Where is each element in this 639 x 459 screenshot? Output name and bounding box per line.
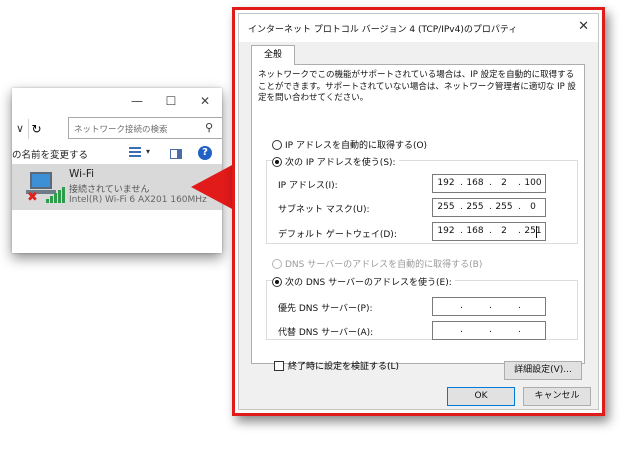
- subnet-octet: 0: [530, 202, 536, 212]
- ip-octet: 192: [437, 178, 455, 188]
- validate-on-exit-label: 終了時に設定を検証する(L): [288, 362, 400, 372]
- maximize-button[interactable]: ☐: [154, 92, 188, 110]
- radio-dot: [272, 156, 282, 167]
- connection-status: 接続されていません: [69, 185, 150, 195]
- signal-bars-icon: [46, 187, 66, 203]
- ip-auto-label: IP アドレスを自動的に取得する(O): [285, 141, 428, 151]
- ip-address-input[interactable]: 192 . 168 . 2 . 100: [432, 174, 546, 193]
- radio-dot: [272, 276, 282, 287]
- pointer-arrow-icon: [191, 164, 234, 210]
- octet-separator: .: [489, 301, 492, 311]
- minimize-button[interactable]: —: [120, 92, 154, 110]
- preferred-dns-label: 優先 DNS サーバー(P):: [278, 304, 373, 314]
- ok-button[interactable]: OK: [447, 387, 515, 406]
- general-panel: ネットワークでこの機能がサポートされている場合は、IP 設定を自動的に取得するこ…: [251, 64, 585, 380]
- highlight-frame: インターネット プロトコル バージョン 4 (TCP/IPv4)のプロパティ ✕…: [232, 7, 605, 416]
- subnet-mask-label: サブネット マスク(U):: [278, 205, 370, 215]
- ip-octet: 2: [501, 178, 507, 188]
- preferred-dns-input[interactable]: . . .: [432, 297, 546, 316]
- octet-separator: .: [518, 325, 521, 335]
- gateway-octet: 168: [466, 226, 484, 236]
- ip-octet: 168: [466, 178, 484, 188]
- address-nav: ∨ ↻: [12, 118, 44, 140]
- default-gateway-label: デフォルト ゲートウェイ(D):: [278, 230, 397, 240]
- radio-dot: [272, 139, 282, 150]
- network-adapter-icon: ✖: [26, 169, 66, 205]
- radio-dot: [272, 258, 282, 269]
- validate-on-exit-checkbox[interactable]: 終了時に設定を検証する(L): [274, 359, 399, 372]
- alternate-dns-label: 代替 DNS サーバー(A):: [278, 328, 374, 338]
- default-gateway-input[interactable]: 192 . 168 . 2 . 251: [432, 222, 546, 241]
- ip-octet: 100: [524, 178, 542, 188]
- cancel-button[interactable]: キャンセル: [523, 387, 591, 406]
- tab-general[interactable]: 全般: [251, 45, 295, 65]
- dialog-titlebar: インターネット プロトコル バージョン 4 (TCP/IPv4)のプロパティ ✕: [239, 14, 598, 42]
- rename-connection-button[interactable]: の名前を変更する: [12, 147, 88, 161]
- dialog-title: インターネット プロトコル バージョン 4 (TCP/IPv4)のプロパティ: [248, 25, 518, 35]
- refresh-icon[interactable]: ↻: [28, 119, 44, 139]
- help-icon[interactable]: ?: [198, 146, 212, 160]
- subnet-octet: 255: [437, 202, 455, 212]
- search-placeholder: ネットワーク接続の検索: [74, 125, 168, 135]
- text-caret: [536, 226, 537, 238]
- close-window-button[interactable]: ✕: [188, 92, 222, 110]
- octet-separator: .: [518, 301, 521, 311]
- preview-pane-icon[interactable]: [170, 149, 182, 159]
- alternate-dns-input[interactable]: . . .: [432, 321, 546, 340]
- explorer-toolbar: の名前を変更する ▾ ?: [12, 143, 222, 165]
- octet-separator: .: [460, 325, 463, 335]
- connection-name: Wi-Fi: [69, 168, 95, 180]
- description-text: ネットワークでこの機能がサポートされている場合は、IP 設定を自動的に取得するこ…: [258, 70, 576, 103]
- dns-auto-label: DNS サーバーのアドレスを自動的に取得する(B): [285, 260, 483, 270]
- ip-manual-radio[interactable]: 次の IP アドレスを使う(S):: [272, 155, 399, 168]
- ip-manual-label: 次の IP アドレスを使う(S):: [285, 158, 396, 168]
- connection-adapter: Intel(R) Wi-Fi 6 AX201 160MHz: [69, 195, 207, 205]
- window-controls: — ☐ ✕: [120, 92, 222, 110]
- close-icon[interactable]: ✕: [578, 19, 589, 34]
- ip-address-label: IP アドレス(I):: [278, 181, 338, 191]
- octet-separator: .: [460, 301, 463, 311]
- checkbox-box: [274, 360, 284, 371]
- search-input[interactable]: ネットワーク接続の検索 ⚲: [68, 117, 222, 139]
- octet-separator: .: [489, 325, 492, 335]
- view-icon[interactable]: [129, 147, 141, 159]
- subnet-mask-input[interactable]: 255 . 255 . 255 . 0: [432, 198, 546, 217]
- ipv4-properties-dialog: インターネット プロトコル バージョン 4 (TCP/IPv4)のプロパティ ✕…: [238, 13, 599, 410]
- dns-manual-label: 次の DNS サーバーのアドレスを使う(E):: [285, 278, 452, 288]
- ip-auto-radio[interactable]: IP アドレスを自動的に取得する(O): [272, 138, 427, 151]
- advanced-button[interactable]: 詳細設定(V)...: [504, 361, 582, 380]
- view-dropdown-icon[interactable]: ▾: [146, 147, 150, 156]
- dns-auto-radio[interactable]: DNS サーバーのアドレスを自動的に取得する(B): [272, 257, 482, 270]
- dns-manual-radio[interactable]: 次の DNS サーバーのアドレスを使う(E):: [272, 275, 455, 288]
- gateway-octet: 251: [524, 226, 542, 236]
- search-icon[interactable]: ⚲: [205, 121, 213, 134]
- red-x-icon: ✖: [27, 190, 38, 205]
- history-dropdown-button[interactable]: ∨: [12, 119, 28, 139]
- gateway-octet: 2: [501, 226, 507, 236]
- subnet-octet: 255: [466, 202, 484, 212]
- gateway-octet: 192: [437, 226, 455, 236]
- subnet-octet: 255: [495, 202, 513, 212]
